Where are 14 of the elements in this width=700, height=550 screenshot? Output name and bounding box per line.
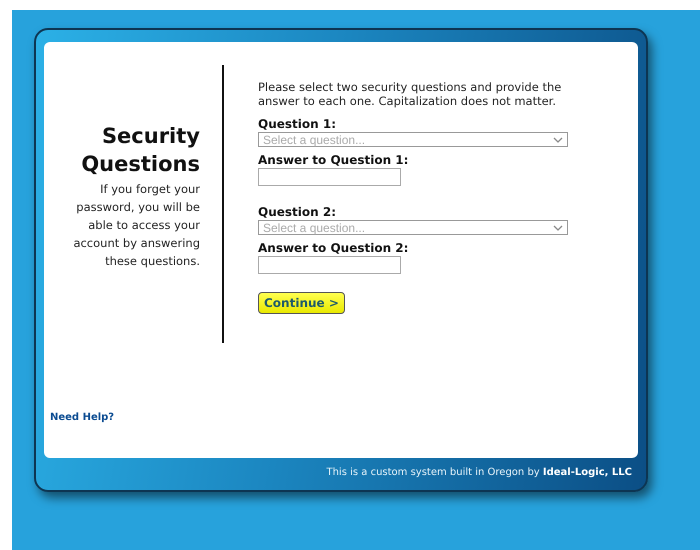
chevron-down-icon <box>553 224 563 230</box>
field-label: Answer to Question 2: <box>258 240 410 256</box>
instructions-text: Please select two security questions and provide the answer to each one. Capitalization does not matter. <box>258 80 562 108</box>
description-text: If you forget your password, you will be able to access your account by answering these questions. <box>72 181 200 270</box>
page-title: Security Questions <box>80 123 200 178</box>
field-label: Question 1: <box>258 116 337 132</box>
field-label: Question 2: <box>258 204 337 220</box>
answer-field[interactable] <box>258 256 401 274</box>
help-link[interactable]: Need Help? <box>50 412 114 423</box>
answer-field[interactable] <box>258 168 401 186</box>
footer-text: This is a custom system built in Oregon by Ideal-Logic, LLC <box>325 466 633 478</box>
field-label: Answer to Question 1: <box>258 152 410 168</box>
continue-button[interactable]: Continue > <box>258 292 345 314</box>
chevron-down-icon <box>553 136 563 142</box>
